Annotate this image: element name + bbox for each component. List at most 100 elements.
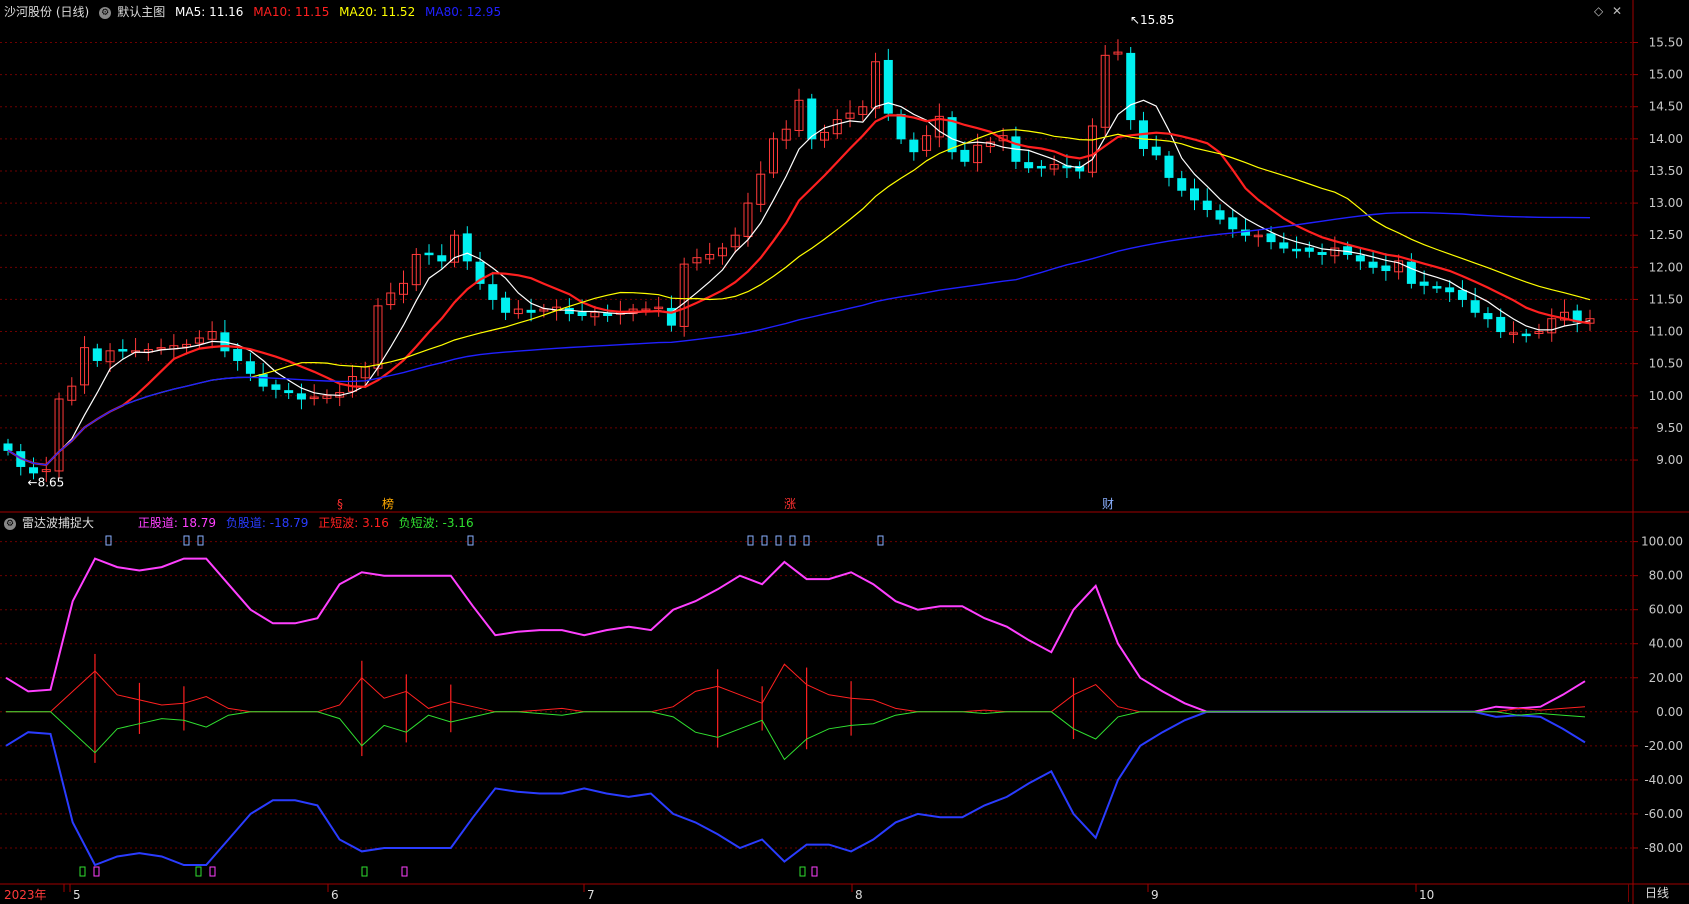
zheng-gudao-legend: 正股道: 18.79 xyxy=(137,516,217,530)
indicator-tick-label: 80.00 xyxy=(1649,569,1683,583)
candle-down xyxy=(1521,333,1531,337)
period-selector[interactable]: 日线 xyxy=(1628,884,1685,902)
candle-down xyxy=(258,374,268,387)
candle-down xyxy=(1368,261,1378,268)
candle-down xyxy=(1445,287,1455,293)
candle-down xyxy=(807,98,817,140)
indicator-tick-label: 20.00 xyxy=(1649,671,1683,685)
candle-down xyxy=(1457,289,1467,300)
candle-down xyxy=(1279,242,1289,249)
fu-gudao-line xyxy=(5,710,1586,867)
candle-down xyxy=(603,313,613,316)
candle-down xyxy=(1266,233,1276,243)
candle-down xyxy=(1355,255,1365,262)
price-tick-label: 15.00 xyxy=(1649,68,1683,82)
sub-chart-legend: ⚙ 雷达波捕捉大 正股道: 18.79 负股道: -18.79 正短波: 3.16… xyxy=(4,514,480,532)
zheng-duanbo-line xyxy=(6,663,1586,713)
main-indicator-label[interactable]: 默认主图 xyxy=(117,5,165,19)
time-axis-label: 6 xyxy=(331,888,339,902)
indicator-tick-label: 0.00 xyxy=(1656,705,1683,719)
price-tick-label: 9.50 xyxy=(1656,421,1683,435)
indicator-tick-label: -20.00 xyxy=(1644,739,1683,753)
fu-duanbo-legend: 负短波: -3.16 xyxy=(398,516,474,530)
main-chart-legend: 沙河股份 (日线) ⚙ 默认主图 MA5: 11.16 MA10: 11.15 MA… xyxy=(4,3,507,21)
price-tick-label: 10.50 xyxy=(1649,357,1683,371)
candle-down xyxy=(245,361,255,374)
top-signal-marker xyxy=(467,535,474,546)
ma20-legend: MA20: 11.52 xyxy=(339,5,416,19)
candle-down xyxy=(909,139,919,153)
candle-down xyxy=(1190,188,1199,201)
diamond-icon[interactable]: ◇ xyxy=(1594,4,1603,18)
candle-down xyxy=(1228,217,1238,230)
zheng-gudao-line xyxy=(5,557,1586,713)
top-signal-marker xyxy=(789,535,796,546)
candle-down xyxy=(1304,247,1314,252)
time-axis-label: 8 xyxy=(855,888,863,902)
candle-down xyxy=(526,309,536,313)
candle-down xyxy=(1432,286,1442,289)
candle-down xyxy=(1496,316,1506,333)
price-tick-label: 10.00 xyxy=(1649,389,1683,403)
candle-down xyxy=(1024,162,1034,169)
price-tick-label: 11.50 xyxy=(1649,292,1683,306)
event-marker: 榜 xyxy=(382,496,394,511)
ma5-legend: MA5: 11.16 xyxy=(175,5,244,19)
event-marker: § xyxy=(337,497,343,511)
candle-down xyxy=(1470,300,1480,313)
price-tick-label: 15.50 xyxy=(1649,35,1683,49)
candle-down xyxy=(1036,165,1046,169)
candle-down xyxy=(1177,178,1187,191)
low-price-annotation: ←8.65 xyxy=(28,476,65,490)
top-signal-marker xyxy=(877,535,884,546)
fu-duanbo-line xyxy=(6,711,1586,761)
time-axis-label: 7 xyxy=(587,888,595,902)
stock-title[interactable]: 沙河股份 (日线) xyxy=(4,5,89,19)
candle-down xyxy=(883,59,893,114)
ma80-line xyxy=(7,212,1591,466)
stock-chart-canvas[interactable]: 9.00 9.50 10.00 10.50 11.00 11.50 12.00 12.50 13… xyxy=(0,0,1689,904)
candle-down xyxy=(1406,261,1416,284)
ma10-legend: MA10: 11.15 xyxy=(253,5,330,19)
ma20-line xyxy=(7,129,1591,466)
event-marker: 涨 xyxy=(784,496,796,511)
candle-down xyxy=(424,252,434,256)
bottom-signal-marker xyxy=(79,866,86,877)
candle-down xyxy=(960,149,970,162)
candle-down xyxy=(488,284,498,300)
ma5-line xyxy=(7,99,1591,466)
sub-indicator-title[interactable]: 雷达波捕捉大 xyxy=(22,516,94,530)
candle-down xyxy=(1202,200,1212,211)
price-tick-label: 12.50 xyxy=(1649,228,1683,242)
sub-settings-gear-icon[interactable]: ⚙ xyxy=(4,517,16,530)
bottom-signal-marker xyxy=(93,866,100,877)
candle-down xyxy=(1419,281,1429,286)
price-tick-label: 13.50 xyxy=(1649,164,1683,178)
candle-down xyxy=(896,113,906,140)
indicator-tick-label: -40.00 xyxy=(1644,773,1683,787)
close-icon[interactable]: ✕ xyxy=(1612,4,1622,18)
candle-down xyxy=(1126,52,1136,121)
candle-down xyxy=(92,348,102,361)
price-tick-label: 11.00 xyxy=(1649,325,1683,339)
bottom-signal-marker xyxy=(811,866,818,877)
top-signal-marker xyxy=(747,535,754,546)
bottom-signal-marker xyxy=(401,866,408,877)
candle-down xyxy=(1381,265,1391,272)
bottom-signal-marker xyxy=(799,866,806,877)
candle-down xyxy=(118,349,128,352)
event-marker: 财 xyxy=(1102,497,1114,511)
price-tick-label: 13.00 xyxy=(1649,196,1683,210)
candle-down xyxy=(284,390,294,394)
bottom-signal-marker xyxy=(209,866,216,877)
time-axis-label: 5 xyxy=(73,888,81,902)
bottom-signal-marker xyxy=(195,866,202,877)
candle-down xyxy=(1483,313,1493,320)
indicator-tick-label: 60.00 xyxy=(1649,603,1683,617)
candle-down xyxy=(3,443,13,451)
top-signal-marker xyxy=(197,535,204,546)
price-tick-label: 14.00 xyxy=(1649,132,1683,146)
settings-gear-icon[interactable]: ⚙ xyxy=(99,6,112,19)
high-price-annotation: ↖15.85 xyxy=(1130,13,1174,27)
candle-down xyxy=(233,349,243,361)
